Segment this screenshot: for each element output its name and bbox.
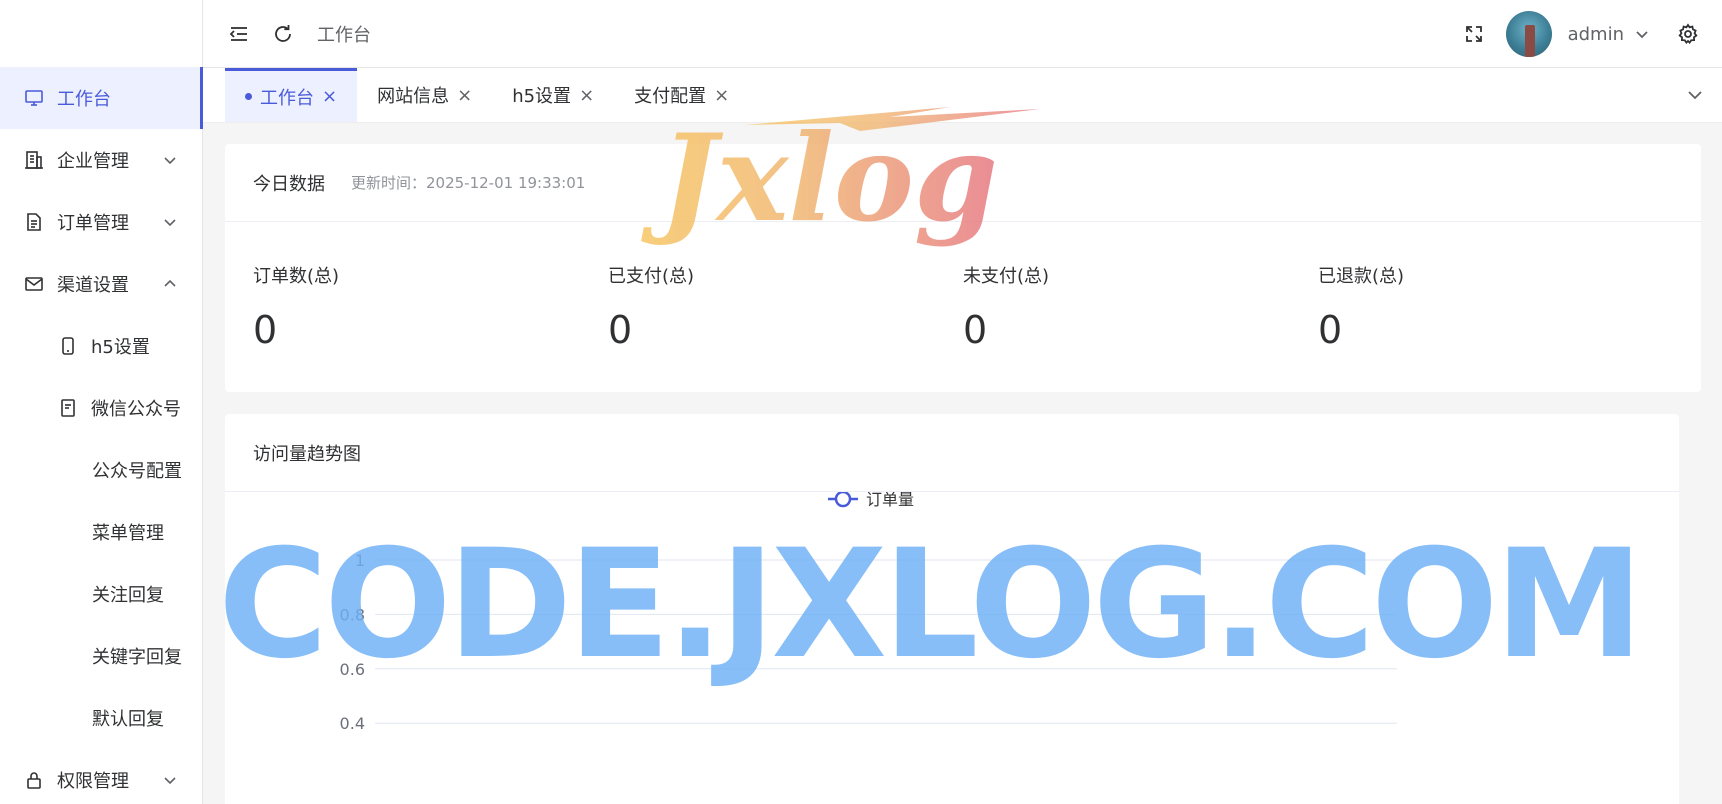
- notebook-icon: [58, 398, 78, 418]
- stat-value: 0: [963, 308, 988, 352]
- menu-collapse-icon[interactable]: [227, 22, 251, 46]
- stat-value: 0: [253, 308, 278, 352]
- sidebar-item-menu-management[interactable]: 菜单管理: [0, 501, 202, 563]
- jxlog-logo-watermark: Jxlog: [641, 107, 1040, 249]
- close-icon[interactable]: ×: [579, 85, 594, 106]
- top-header: 工作台 admin: [203, 0, 1722, 68]
- chart-legend[interactable]: 订单量: [828, 490, 914, 509]
- card-title: 访问量趋势图: [253, 443, 361, 465]
- stat-total-orders: 订单数(总) 0: [253, 262, 608, 352]
- building-icon: [24, 150, 44, 170]
- sidebar-item-label: 订单管理: [57, 213, 129, 234]
- close-icon[interactable]: ×: [322, 86, 337, 107]
- tab-label: 网站信息: [377, 86, 450, 107]
- tab-label: h5设置: [512, 86, 572, 107]
- stat-value: 0: [1318, 308, 1343, 352]
- sidebar-item-keyword-reply[interactable]: 关键字回复: [0, 625, 202, 687]
- chevron-down-icon[interactable]: [1630, 22, 1654, 46]
- sidebar-item-label: 企业管理: [57, 151, 129, 172]
- stat-label: 订单数(总): [253, 266, 340, 287]
- chevron-down-icon[interactable]: [1686, 86, 1704, 104]
- sidebar-item-label: 工作台: [57, 89, 111, 110]
- legend-marker: [834, 490, 852, 508]
- chevron-up-icon: [162, 276, 178, 292]
- sidebar: 工作台 企业管理 订单管理 渠道设置 h5设置 微信公众号 公众号配置 菜单管理…: [0, 0, 203, 804]
- chevron-down-icon: [162, 152, 178, 168]
- tab-workbench[interactable]: 工作台 ×: [225, 68, 358, 122]
- sidebar-item-label: 默认回复: [92, 709, 164, 730]
- close-icon[interactable]: ×: [457, 85, 472, 106]
- sidebar-item-permissions[interactable]: 权限管理: [0, 749, 202, 804]
- tab-label: 工作台: [260, 87, 314, 109]
- gear-icon[interactable]: [1676, 22, 1700, 46]
- sidebar-item-label: 关键字回复: [92, 647, 182, 668]
- tab-h5-settings[interactable]: h5设置 ×: [492, 68, 614, 122]
- sidebar-item-enterprise[interactable]: 企业管理: [0, 129, 202, 191]
- stat-refunded: 已退款(总) 0: [1318, 262, 1673, 352]
- update-time: 更新时间：2025-12-01 19:33:01: [351, 174, 586, 192]
- card-header: 访问量趋势图: [225, 414, 1679, 492]
- legend-label: 订单量: [866, 492, 914, 509]
- chevron-down-icon: [162, 214, 178, 230]
- y-tick-label: 0.4: [340, 714, 365, 733]
- sidebar-item-workbench[interactable]: 工作台: [0, 67, 203, 129]
- user-name[interactable]: admin: [1568, 24, 1624, 45]
- sidebar-item-label: 菜单管理: [92, 523, 164, 544]
- sidebar-item-label: 公众号配置: [92, 461, 182, 482]
- card-title: 今日数据: [253, 173, 325, 195]
- stat-label: 已退款(总): [1318, 266, 1405, 287]
- sidebar-item-label: 微信公众号: [91, 399, 181, 420]
- sidebar-item-label: 渠道设置: [57, 275, 129, 296]
- breadcrumb: 工作台: [317, 24, 371, 46]
- sidebar-item-label: 权限管理: [57, 771, 129, 792]
- fullscreen-icon[interactable]: [1462, 22, 1486, 46]
- stat-label: 未支付(总): [963, 266, 1050, 287]
- sidebar-item-wechat-official[interactable]: 微信公众号: [0, 377, 202, 439]
- sidebar-logo-area: [0, 0, 202, 67]
- sidebar-item-channel-settings[interactable]: 渠道设置: [0, 253, 202, 315]
- chevron-down-icon: [162, 772, 178, 788]
- sidebar-item-default-reply[interactable]: 默认回复: [0, 687, 202, 749]
- sidebar-item-label: 关注回复: [92, 585, 164, 606]
- sidebar-item-official-config[interactable]: 公众号配置: [0, 439, 202, 501]
- logo-text: Jxlog: [641, 108, 998, 249]
- code-watermark: CODE.JXLOG.COM: [218, 518, 1644, 692]
- document-icon: [24, 212, 44, 232]
- active-dot: [245, 93, 252, 100]
- tab-site-info[interactable]: 网站信息 ×: [357, 68, 492, 122]
- sidebar-item-orders[interactable]: 订单管理: [0, 191, 202, 253]
- stat-value: 0: [608, 308, 633, 352]
- mail-icon: [24, 274, 44, 294]
- refresh-icon[interactable]: [271, 22, 295, 46]
- stat-unpaid: 未支付(总) 0: [963, 262, 1318, 352]
- mobile-icon: [58, 336, 78, 356]
- stat-label: 已支付(总): [608, 266, 695, 287]
- monitor-icon: [24, 88, 44, 108]
- lock-icon: [24, 770, 44, 790]
- header-right-tools: admin: [1462, 0, 1722, 68]
- stat-paid: 已支付(总) 0: [608, 262, 963, 352]
- sidebar-item-h5-settings[interactable]: h5设置: [0, 315, 202, 377]
- sidebar-item-follow-reply[interactable]: 关注回复: [0, 563, 202, 625]
- sidebar-item-label: h5设置: [91, 337, 150, 358]
- avatar[interactable]: [1505, 11, 1552, 57]
